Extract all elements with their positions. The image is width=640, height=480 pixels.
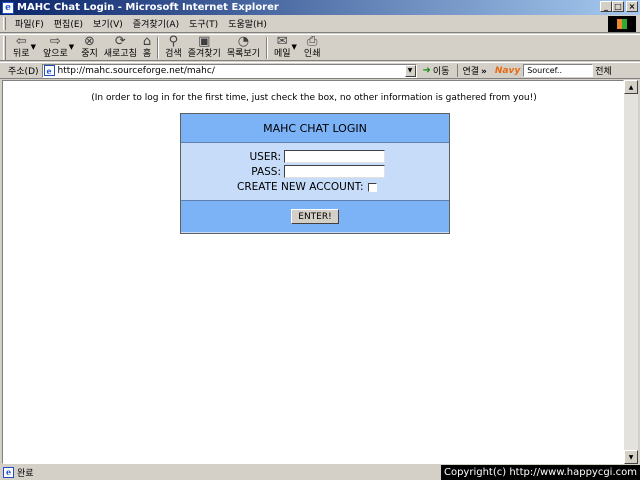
back-label: 뒤로 bbox=[13, 49, 30, 59]
mail-icon: ✉ bbox=[276, 34, 288, 49]
create-account-row: CREATE NEW ACCOUNT: bbox=[237, 181, 377, 193]
home-button[interactable]: ⌂ 홈 bbox=[140, 35, 154, 61]
mail-label: 메일 bbox=[273, 49, 291, 59]
login-form: USER: PASS: CREATE NEW ACCOUNT: bbox=[181, 143, 449, 201]
toolbar-grip[interactable] bbox=[3, 36, 6, 60]
stop-icon: ⊗ bbox=[84, 34, 95, 49]
user-label: USER: bbox=[249, 150, 282, 163]
links-button[interactable]: 연결» bbox=[457, 64, 487, 77]
go-label: 이동 bbox=[432, 67, 450, 77]
window-controls: _ □ × bbox=[600, 1, 638, 12]
home-label: 홈 bbox=[142, 49, 152, 59]
address-dropdown-icon[interactable]: ▼ bbox=[404, 64, 416, 77]
enter-button[interactable]: ENTER! bbox=[291, 209, 339, 224]
copyright-watermark: Copyright(c) http://www.happycgi.com bbox=[440, 465, 640, 480]
create-account-label: CREATE NEW ACCOUNT: bbox=[237, 181, 364, 193]
scroll-up-icon[interactable]: ▲ bbox=[624, 80, 638, 94]
back-arrow-icon: ⇦ bbox=[15, 34, 27, 49]
refresh-icon: ⟳ bbox=[114, 34, 126, 49]
window-title: MAHC Chat Login - Microsoft Internet Exp… bbox=[17, 2, 279, 13]
refresh-label: 새로고침 bbox=[103, 49, 137, 59]
address-bar: 주소(D) e http://mahc.sourceforge.net/mahc… bbox=[0, 62, 640, 79]
windows-logo-icon bbox=[608, 16, 636, 32]
toolbar-separator bbox=[265, 37, 268, 59]
search-button[interactable]: ⚲ 검색 bbox=[162, 35, 185, 61]
search-icon: ⚲ bbox=[168, 34, 179, 49]
navy-search-input[interactable]: Sourcef.. bbox=[523, 64, 594, 77]
login-footer: ENTER! bbox=[181, 201, 449, 232]
search-label: 검색 bbox=[165, 49, 182, 59]
standard-toolbar: ⇦ 뒤로 ▼ ⇨ 앞으로 ▼ ⊗ 중지 ⟳ 새로고침 ⌂ 홈 ⚲ 검색 ▣ 즐겨… bbox=[0, 34, 640, 61]
page-icon: e bbox=[43, 65, 55, 76]
forward-button[interactable]: ⇨ 앞으로 bbox=[40, 35, 71, 61]
status-text: 완료 bbox=[17, 468, 34, 479]
refresh-button[interactable]: ⟳ 새로고침 bbox=[101, 35, 140, 61]
chevron-right-icon: » bbox=[481, 67, 487, 77]
mail-button[interactable]: ✉ 메일 bbox=[271, 35, 294, 61]
favorites-button[interactable]: ▣ 즐겨찾기 bbox=[185, 35, 224, 61]
address-url[interactable]: http://mahc.sourceforge.net/mahc/ bbox=[58, 66, 215, 76]
pass-input[interactable] bbox=[284, 165, 385, 178]
navy-scope-select[interactable]: 전체 bbox=[595, 64, 612, 77]
forward-arrow-icon: ⇨ bbox=[49, 34, 61, 49]
login-panel: MAHC CHAT LOGIN USER: PASS: CREATE NEW A… bbox=[180, 113, 450, 234]
print-icon: ⎙ bbox=[307, 34, 318, 49]
menu-view[interactable]: 보기(V) bbox=[88, 17, 128, 30]
create-account-checkbox[interactable] bbox=[367, 182, 377, 192]
page-status-icon: e bbox=[3, 466, 14, 478]
menu-grip[interactable] bbox=[3, 17, 6, 30]
status-bar: e 완료 Copyright(c) http://www.happycgi.co… bbox=[0, 464, 640, 480]
pass-label: PASS: bbox=[251, 165, 281, 178]
menu-help[interactable]: 도움말(H) bbox=[223, 17, 272, 30]
menu-bar: 파일(F) 편집(E) 보기(V) 즐겨찾기(A) 도구(T) 도움말(H) bbox=[0, 15, 640, 33]
menu-tools[interactable]: 도구(T) bbox=[184, 17, 223, 30]
forward-label: 앞으로 bbox=[42, 49, 68, 59]
close-button[interactable]: × bbox=[626, 1, 638, 12]
user-row: USER: bbox=[249, 150, 385, 163]
navy-logo[interactable]: Navy bbox=[495, 66, 520, 76]
toolbar-separator bbox=[157, 37, 160, 59]
menu-edit[interactable]: 편집(E) bbox=[49, 17, 88, 30]
history-icon: ◔ bbox=[237, 34, 250, 49]
history-label: 목록보기 bbox=[226, 49, 260, 59]
address-input[interactable]: e http://mahc.sourceforge.net/mahc/ ▼ bbox=[41, 63, 417, 78]
print-button[interactable]: ⎙ 인쇄 bbox=[301, 35, 324, 61]
window-title-bar[interactable]: e MAHC Chat Login - Microsoft Internet E… bbox=[0, 0, 640, 15]
menu-file[interactable]: 파일(F) bbox=[10, 17, 49, 30]
stop-label: 중지 bbox=[81, 49, 98, 59]
address-label: 주소(D) bbox=[8, 67, 39, 77]
login-heading: MAHC CHAT LOGIN bbox=[181, 114, 449, 143]
login-notice: (In order to log in for the first time, … bbox=[91, 93, 537, 103]
minimize-button[interactable]: _ bbox=[600, 1, 612, 12]
vertical-scrollbar[interactable]: ▲ ▼ bbox=[624, 80, 638, 464]
ie-icon: e bbox=[2, 1, 14, 14]
links-label: 연결 bbox=[462, 67, 480, 77]
home-icon: ⌂ bbox=[142, 34, 152, 49]
scroll-down-icon[interactable]: ▼ bbox=[624, 450, 638, 464]
favorites-label: 즐겨찾기 bbox=[187, 49, 221, 59]
page-content: (In order to log in for the first time, … bbox=[2, 80, 624, 464]
menu-favorites[interactable]: 즐겨찾기(A) bbox=[128, 17, 184, 30]
back-button[interactable]: ⇦ 뒤로 bbox=[10, 35, 33, 61]
favorites-icon: ▣ bbox=[198, 34, 211, 49]
stop-button[interactable]: ⊗ 중지 bbox=[78, 35, 101, 61]
maximize-button[interactable]: □ bbox=[612, 1, 624, 12]
history-button[interactable]: ◔ 목록보기 bbox=[224, 35, 263, 61]
go-arrow-icon: ➜ bbox=[422, 65, 431, 76]
print-label: 인쇄 bbox=[303, 49, 321, 59]
go-button[interactable]: ➜ 이동 bbox=[423, 64, 450, 77]
pass-row: PASS: bbox=[251, 165, 385, 178]
user-input[interactable] bbox=[284, 150, 385, 163]
